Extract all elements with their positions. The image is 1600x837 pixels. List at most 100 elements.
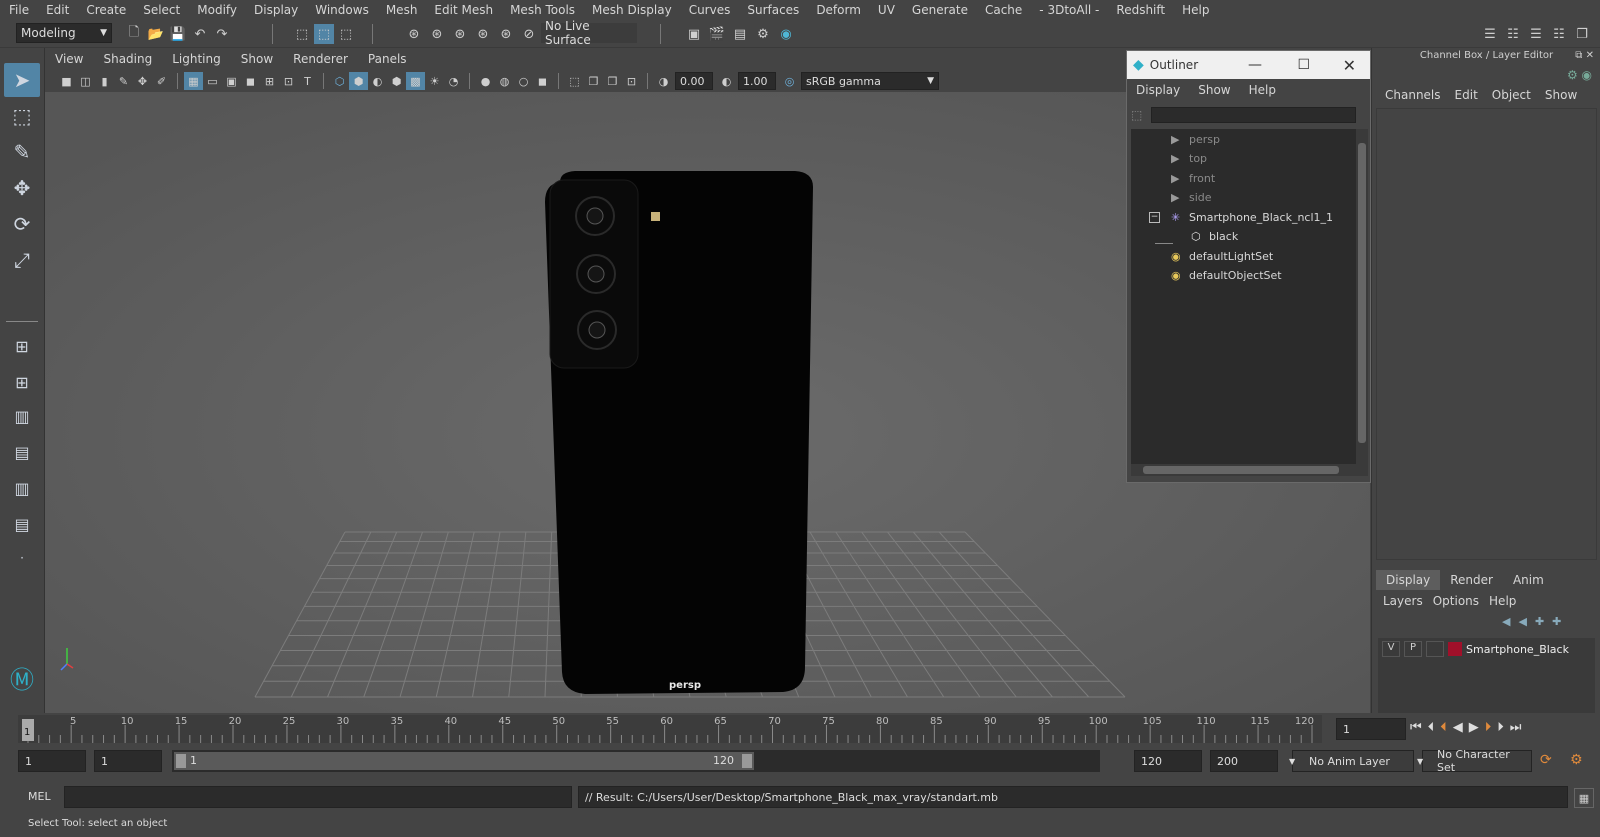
snap-grid-icon[interactable]: ⊛ [404,24,424,44]
grid-toggle-icon[interactable]: ▦ [184,72,203,90]
lights-icon[interactable]: ☀ [425,72,444,90]
channel-box-toggle-icons[interactable]: ⚙ ◉ [1567,68,1592,82]
snap-magnet-icon[interactable]: ⊘ [519,24,539,44]
depth-of-field-icon[interactable]: ◼ [533,72,552,90]
ipr-render-icon[interactable]: ▤ [730,24,750,44]
shadows-icon[interactable]: ◔ [444,72,463,90]
anti-aliasing-icon[interactable]: ○ [514,72,533,90]
viewport-menu-panels[interactable]: Panels [358,52,417,66]
xray-components-icon[interactable]: ⊡ [622,72,641,90]
field-chart-icon[interactable]: ⊞ [260,72,279,90]
menu-mesh-display[interactable]: Mesh Display [583,3,680,17]
layer-row[interactable]: V P Smartphone_Black [1380,640,1593,658]
move-tool-icon[interactable]: ✥ [4,171,40,205]
outliner-item-defaultlightset[interactable]: ◉ defaultLightSet [1171,246,1273,266]
range-slider-track[interactable]: 1 120 [172,750,1100,772]
range-slider-bar[interactable]: 1 120 [174,752,754,770]
channel-box-area[interactable] [1376,108,1597,560]
channel-box-icon[interactable]: ☷ [1549,24,1569,44]
menu-windows[interactable]: Windows [306,3,377,17]
attribute-editor-icon[interactable]: ☷ [1503,24,1523,44]
move-layer-up-icon[interactable]: ◀ [1502,615,1510,628]
select-tool-icon[interactable]: ➤ [4,63,40,97]
outliner-item-persp[interactable]: ▶ persp [1171,129,1220,149]
persp-graph-layout-icon[interactable]: ▤ [4,435,40,469]
layer-visibility-toggle[interactable]: V [1382,641,1400,657]
snap-surface-icon[interactable]: ⊛ [496,24,516,44]
menu-cache[interactable]: Cache [976,3,1030,17]
grease-pencil-icon[interactable]: ✐ [152,72,171,90]
xray-joints-icon[interactable]: ❐ [603,72,622,90]
2d-pan-zoom-icon[interactable]: ✥ [133,72,152,90]
render-frame-icon[interactable]: 🎬 [707,24,727,44]
animation-preferences-icon[interactable]: ⚙ [1570,752,1583,768]
maximize-icon[interactable]: ☐ [1297,57,1310,73]
lasso-tool-icon[interactable]: ⬚ [4,99,40,133]
undo-icon[interactable]: ↶ [190,24,210,44]
save-scene-icon[interactable]: 💾 [168,24,188,44]
anim-layer-dropdown[interactable]: ▼ No Anim Layer [1289,750,1414,772]
outliner-vscroll-thumb[interactable] [1358,143,1366,443]
outliner-search-input[interactable] [1151,107,1356,123]
step-forward-frame-icon[interactable]: ⏵ [1497,720,1504,735]
outliner-item-black[interactable]: ⬡ black [1191,227,1238,247]
layer-editor-icon[interactable]: ❐ [1572,24,1592,44]
wireframe-on-shaded-icon[interactable]: ▩ [406,72,425,90]
filter-icon[interactable]: ⬚ [1131,108,1151,122]
range-start-handle[interactable] [176,754,186,768]
ambient-occlusion-icon[interactable]: ● [476,72,495,90]
snap-view-icon[interactable]: ⊛ [473,24,493,44]
menu-uv[interactable]: UV [869,3,903,17]
default-material-icon[interactable]: ◐ [368,72,387,90]
new-layer-icon[interactable]: ✚ [1535,615,1544,628]
tab-anim[interactable]: Anim [1503,570,1554,590]
gate-mask-icon[interactable]: ◼ [241,72,260,90]
menu-help[interactable]: Help [1173,3,1217,17]
uv-layout-icon[interactable]: ▤ [4,507,40,541]
animation-start-field[interactable]: 1 [18,750,86,772]
outliner-hscrollbar[interactable] [1131,464,1368,476]
outliner-item-defaultobjectset[interactable]: ◉ defaultObjectSet [1171,266,1282,286]
persp-outliner-layout-icon[interactable]: ▥ [4,399,40,433]
isolate-select-icon[interactable]: ⬚ [565,72,584,90]
outliner-item-smartphone-black-ncl1-1[interactable]: − ✳ Smartphone_Black_ncl1_1 [1149,207,1333,227]
viewport-menu-show[interactable]: Show [231,52,283,66]
layer-color-swatch[interactable] [1448,642,1462,656]
layer-menu-help[interactable]: Help [1486,594,1523,608]
go-to-start-icon[interactable]: ⏮ [1410,720,1422,735]
move-layer-down-icon[interactable]: ◀ [1518,615,1526,628]
play-forwards-icon[interactable]: ▶ [1469,720,1479,735]
gamma-field[interactable]: 1.00 [738,72,776,90]
xray-icon[interactable]: ❐ [584,72,603,90]
menu-create[interactable]: Create [77,3,134,17]
menu-display[interactable]: Display [245,3,306,17]
film-gate-icon[interactable]: ▭ [203,72,222,90]
menu-3dtoall[interactable]: - 3DtoAll - [1030,3,1107,17]
outliner-menu-help[interactable]: Help [1240,83,1285,97]
render-settings-icon[interactable]: ⚙ [753,24,773,44]
step-back-frame-icon[interactable]: ⏴ [1428,720,1435,735]
menu-mesh-tools[interactable]: Mesh Tools [501,3,583,17]
live-surface-field[interactable]: No Live Surface [541,19,637,47]
modeling-toolkit-icon[interactable]: ☰ [1480,24,1500,44]
exposure-field[interactable]: 0.00 [675,72,713,90]
channel-box-menu-object[interactable]: Object [1485,88,1538,102]
menu-select[interactable]: Select [134,3,188,17]
hypershade-layout-icon[interactable]: ▥ [4,471,40,505]
open-scene-icon[interactable]: 📂 [146,24,166,44]
redo-icon[interactable]: ↷ [212,24,232,44]
minimize-icon[interactable]: — [1248,57,1262,73]
layer-display-type-toggle[interactable] [1426,641,1444,657]
tool-settings-icon[interactable]: ☰ [1526,24,1546,44]
viewport-menu-shading[interactable]: Shading [93,52,162,66]
menu-edit-mesh[interactable]: Edit Mesh [425,3,501,17]
time-slider-track[interactable]: 5 10 15 20 25 30 35 40 45 50 55 60 65 70 75 80 85 90 95 100… [18,715,1322,743]
safe-action-icon[interactable]: ⊡ [279,72,298,90]
four-view-layout-icon[interactable]: ⊞ [4,365,40,399]
collapse-icon[interactable]: − [1149,211,1160,223]
scale-tool-icon[interactable]: ⤢ [4,243,40,277]
channel-box-menu-channels[interactable]: Channels [1378,88,1448,102]
image-plane-icon[interactable]: ✎ [114,72,133,90]
smooth-shade-icon[interactable]: ⬢ [349,72,368,90]
channel-box-menu-show[interactable]: Show [1538,88,1584,102]
